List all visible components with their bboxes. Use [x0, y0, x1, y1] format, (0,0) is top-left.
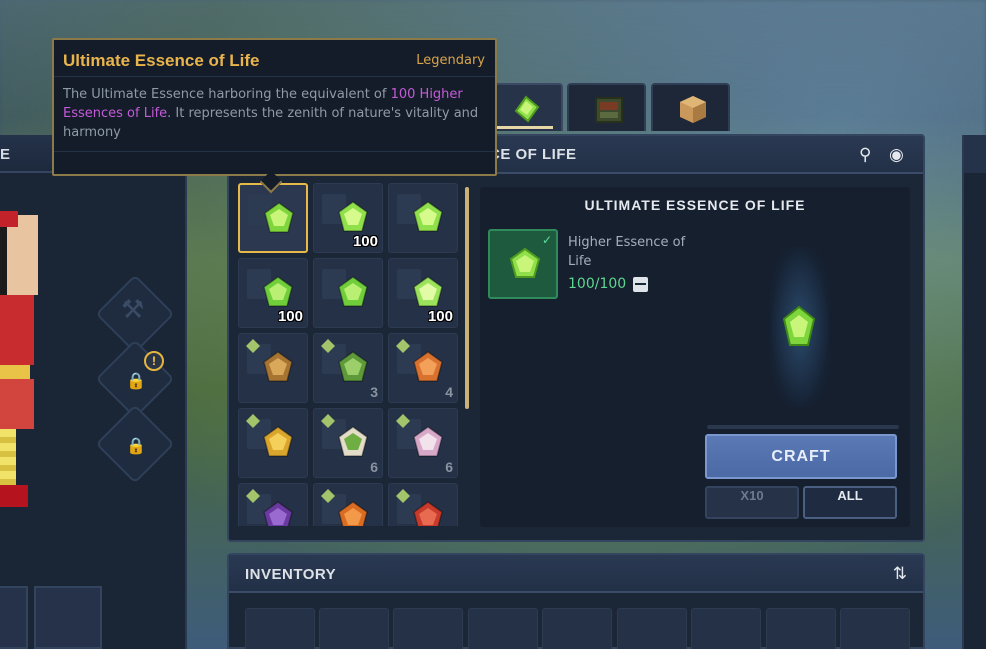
eggplant-icon — [263, 501, 293, 526]
crafting-title: CE OF LIFE — [489, 146, 577, 163]
recipe-grid-scrollbar[interactable] — [465, 187, 469, 409]
recipe-title: ULTIMATE ESSENCE OF LIFE — [584, 197, 806, 213]
recipe-slot[interactable]: 100 — [388, 258, 458, 328]
equipment-slot[interactable] — [34, 586, 102, 649]
higher-essence-icon — [413, 201, 443, 232]
tooltip-rarity: Legendary — [416, 53, 485, 68]
ingredient-check-icon: ✓ — [541, 233, 552, 247]
recipe-slot-quantity: 6 — [445, 459, 453, 475]
composter-icon — [595, 97, 623, 123]
recipe-slot-quantity: 4 — [445, 384, 453, 400]
recipe-slot-quantity: 6 — [370, 459, 378, 475]
hammer-icon: ⚒ — [121, 295, 145, 325]
cauliflower-icon — [338, 426, 368, 457]
recipe-slot[interactable]: 4 — [388, 333, 458, 403]
higher-essence-icon — [338, 201, 368, 232]
essence-icon — [338, 276, 368, 307]
recipe-slot[interactable] — [313, 258, 383, 328]
wood-block-icon — [680, 96, 706, 123]
inventory-slot[interactable] — [542, 608, 612, 649]
recipe-slot[interactable]: 100 — [238, 258, 308, 328]
ultimate-essence-icon — [264, 202, 294, 233]
ingredient-name: Higher Essence of Life — [568, 235, 686, 269]
seed-badge-icon — [246, 414, 260, 428]
recipe-slot-quantity: 100 — [277, 308, 303, 325]
seed-badge-icon — [321, 339, 335, 353]
inventory-header: INVENTORY ⇅ — [229, 555, 923, 593]
essence-icon — [514, 95, 540, 123]
character-panel: E ⚒ 🔒 🔒 ! — [0, 135, 187, 649]
lock-icon: 🔒 — [126, 436, 146, 455]
inventory-slot[interactable] — [319, 608, 389, 649]
player-character — [0, 211, 44, 515]
seed-badge-icon — [246, 339, 260, 353]
recipe-slot[interactable] — [238, 483, 308, 526]
recipe-slot-quantity: 3 — [370, 384, 378, 400]
carrot-icon — [413, 351, 443, 382]
pumpkin-icon — [338, 501, 368, 526]
tomato-icon — [413, 501, 443, 526]
item-tooltip: Ultimate Essence of Life Legendary The U… — [52, 38, 497, 194]
seed-badge-icon — [246, 489, 260, 503]
wheat-icon — [263, 351, 293, 382]
essence-icon — [263, 276, 293, 307]
turnip-icon — [413, 426, 443, 457]
lesser-essence-icon — [413, 276, 443, 307]
recipe-slot-quantity: 100 — [427, 308, 453, 325]
recipe-slot[interactable] — [388, 483, 458, 526]
recipe-grid: 100 100 100 3 4 6 6 — [238, 183, 464, 526]
side-panel-right — [962, 135, 986, 649]
tab-composter[interactable] — [567, 83, 646, 131]
recipe-slot[interactable]: 3 — [313, 333, 383, 403]
corn-icon — [263, 426, 293, 457]
seed-badge-icon — [396, 339, 410, 353]
sort-icon[interactable]: ⇅ — [893, 564, 907, 584]
recipe-slot[interactable] — [238, 183, 308, 253]
tab-building[interactable] — [651, 83, 730, 131]
recipe-slot[interactable] — [238, 333, 308, 403]
recipe-slot-quantity: 100 — [352, 233, 378, 250]
inventory-slot[interactable] — [468, 608, 538, 649]
inventory-slot[interactable] — [393, 608, 463, 649]
craft-all-button[interactable]: ALL — [803, 486, 897, 519]
crafting-window: CE OF LIFE ⚲ ◉ 100 100 100 3 4 6 6 ULTIMATE ES… — [227, 134, 925, 542]
inventory-slot[interactable] — [840, 608, 910, 649]
equipment-slot[interactable] — [0, 586, 28, 649]
visibility-eye-icon[interactable]: ◉ — [889, 145, 904, 165]
recipe-slot[interactable]: 100 — [313, 183, 383, 253]
seed-badge-icon — [321, 414, 335, 428]
seed-badge-icon — [396, 489, 410, 503]
alert-badge: ! — [144, 351, 164, 371]
recipe-slot[interactable]: 6 — [313, 408, 383, 478]
tooltip-description: The Ultimate Essence harboring the equiv… — [63, 85, 483, 142]
search-icon[interactable]: ⚲ — [859, 145, 871, 165]
recipe-slot[interactable] — [313, 483, 383, 526]
recipe-slot[interactable] — [388, 183, 458, 253]
inventory-slot[interactable] — [617, 608, 687, 649]
recipe-slot[interactable] — [238, 408, 308, 478]
ingredient-slot[interactable]: ✓ — [488, 229, 558, 299]
seed-badge-icon — [396, 414, 410, 428]
craft-progress-bar — [707, 425, 899, 429]
craft-x10-button[interactable]: X10 — [705, 486, 799, 519]
inventory-slot[interactable] — [691, 608, 761, 649]
inventory-panel: INVENTORY ⇅ — [227, 553, 925, 649]
ingredient-count: 100/100 — [568, 276, 627, 292]
lettuce-icon — [338, 351, 368, 382]
inventory-slot[interactable] — [766, 608, 836, 649]
inventory-slot[interactable] — [245, 608, 315, 649]
seed-badge-icon — [321, 489, 335, 503]
lock-icon: 🔒 — [126, 371, 146, 390]
higher-essence-icon — [509, 247, 541, 278]
character-panel-title: E — [0, 146, 12, 163]
storage-chest-icon — [633, 277, 648, 292]
craft-button[interactable]: CRAFT — [705, 434, 897, 479]
tooltip-item-name: Ultimate Essence of Life — [63, 51, 260, 70]
recipe-slot[interactable]: 6 — [388, 408, 458, 478]
inventory-title: INVENTORY — [245, 566, 337, 583]
ultimate-essence-preview-icon — [782, 305, 816, 346]
tooltip-desc-start: The Ultimate Essence harboring the equiv… — [63, 87, 391, 102]
